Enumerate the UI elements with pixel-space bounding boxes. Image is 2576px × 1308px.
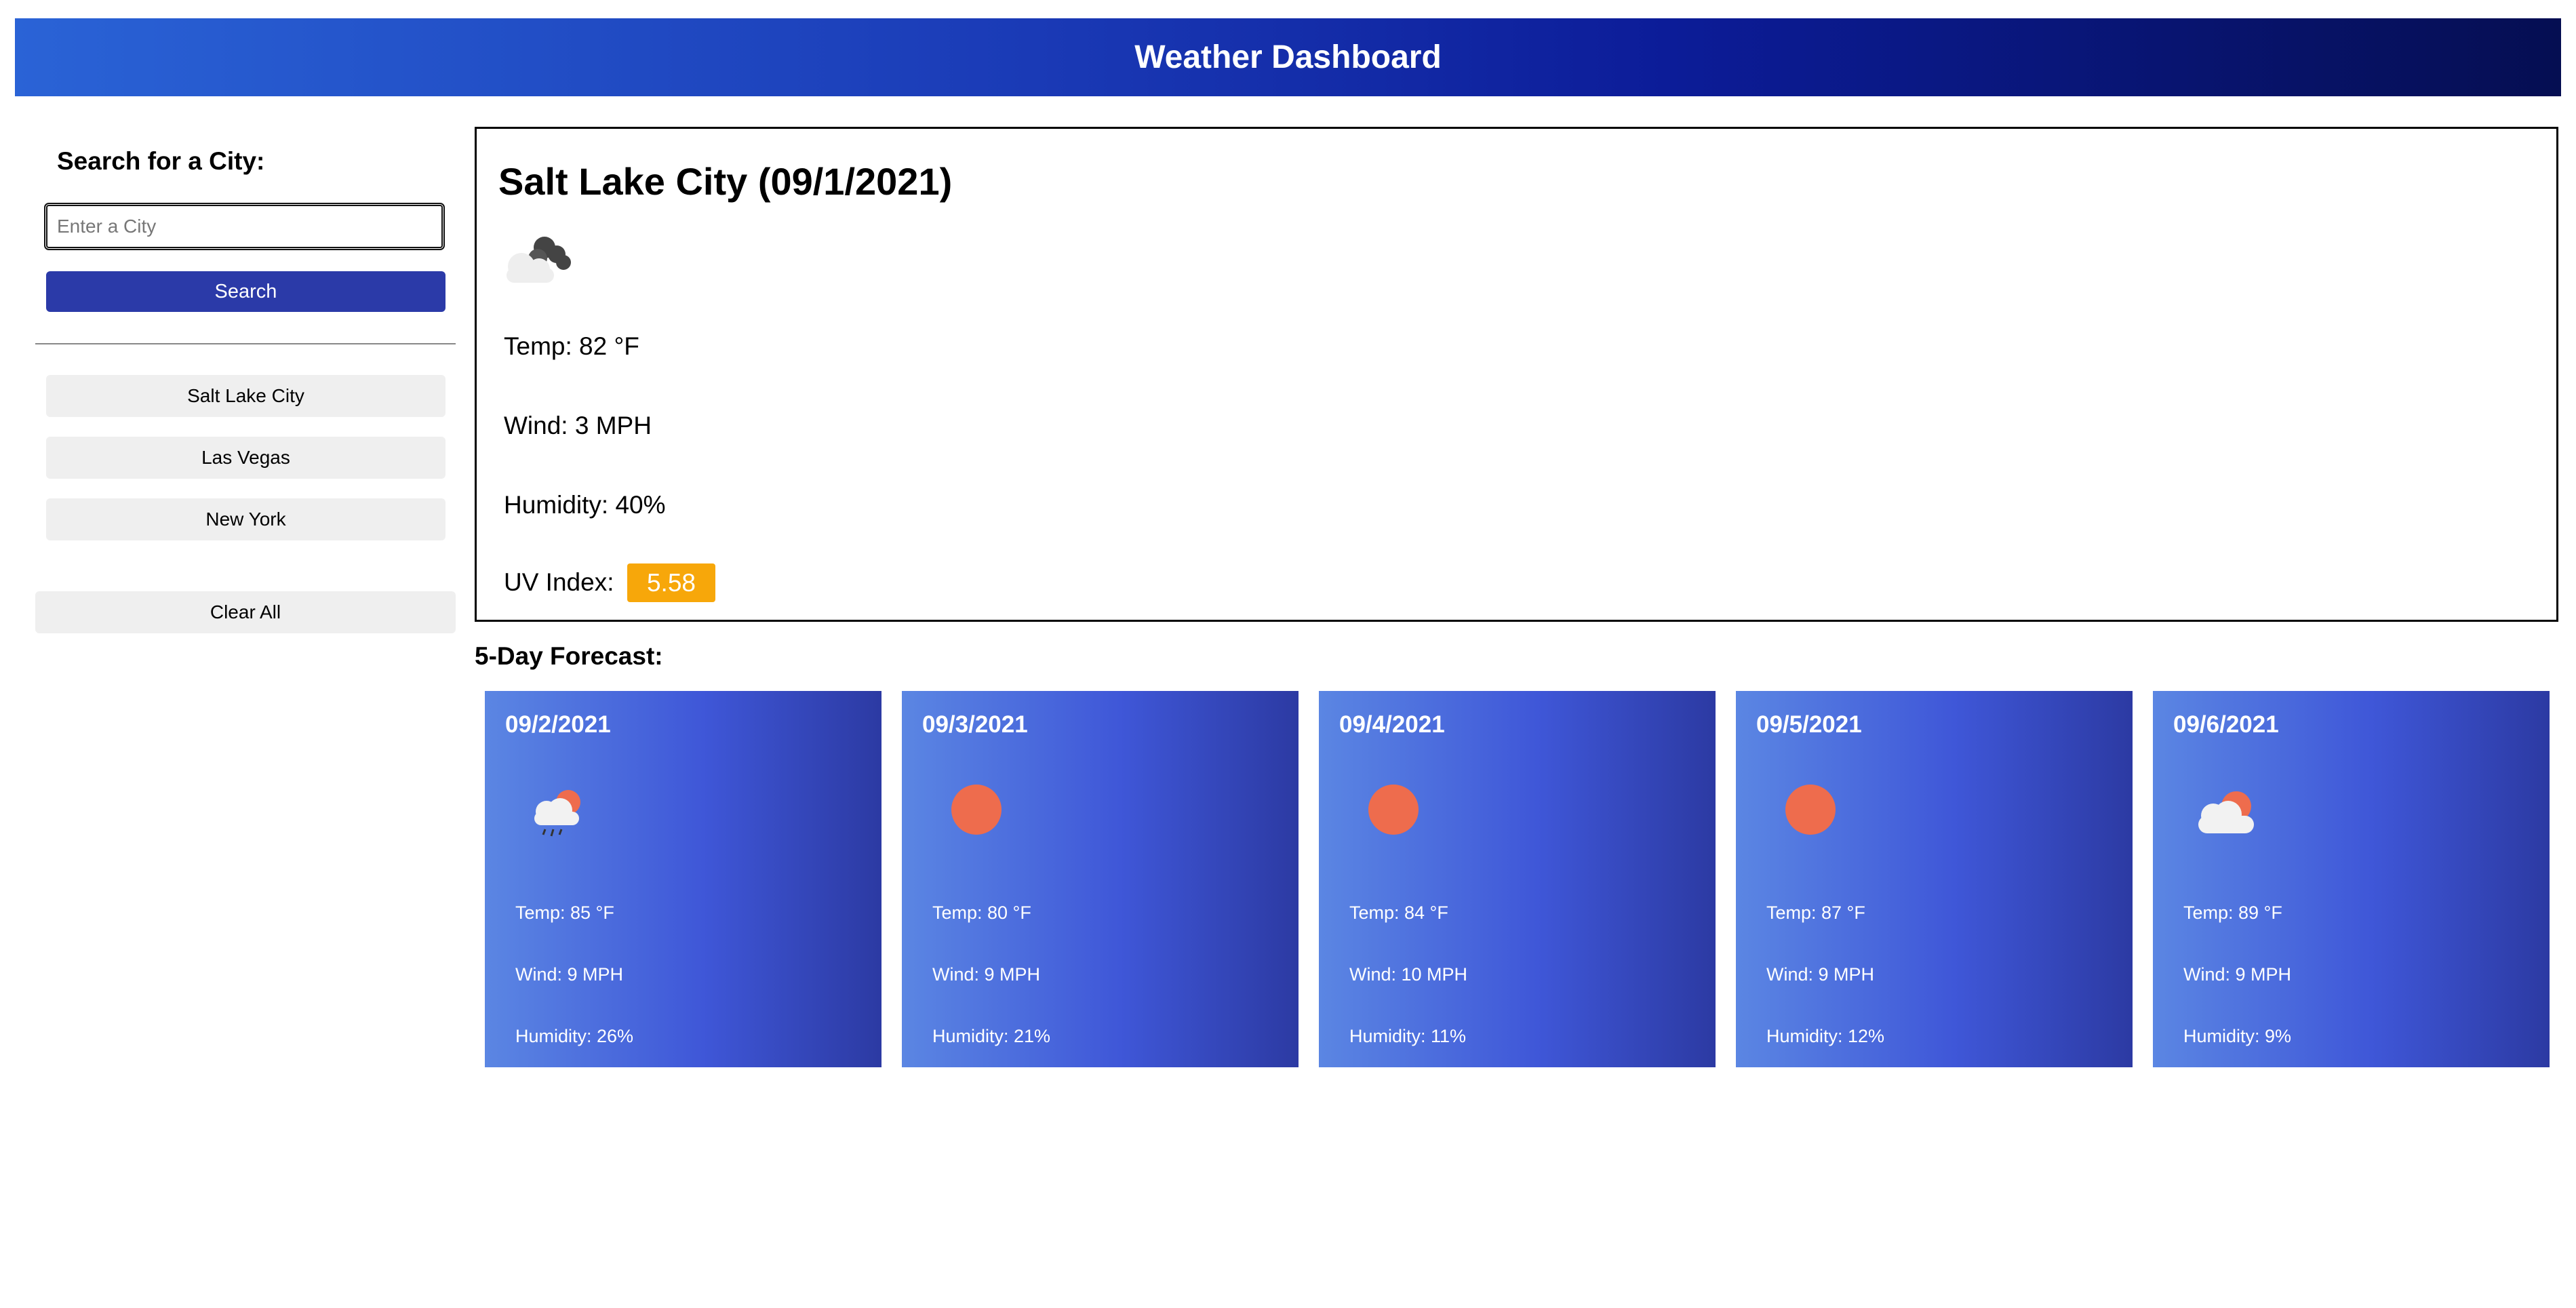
- history-button-las-vegas[interactable]: Las Vegas: [46, 437, 445, 479]
- current-temp: Temp: 82 °F: [504, 332, 639, 360]
- forecast-humidity: Humidity: 12%: [1766, 1026, 1885, 1046]
- forecast-date: 09/2/2021: [505, 711, 611, 738]
- rain-cloud-sun-icon: [534, 790, 580, 837]
- forecast-wind: Wind: 9 MPH: [515, 964, 624, 985]
- forecast-date: 09/5/2021: [1756, 711, 1862, 738]
- forecast-wind: Wind: 9 MPH: [2183, 964, 2292, 985]
- forecast-date: 09/6/2021: [2173, 711, 2279, 738]
- sidebar-divider: [35, 343, 456, 344]
- forecast-row: 09/2/2021 Temp: 85 °F Wind: 9 MPH Humidi…: [485, 691, 2550, 1067]
- uv-index-label: UV Index:: [504, 568, 614, 596]
- forecast-card: 09/2/2021 Temp: 85 °F Wind: 9 MPH Humidi…: [485, 691, 881, 1067]
- search-button[interactable]: Search: [46, 271, 445, 312]
- forecast-card: 09/6/2021 Temp: 89 °F Wind: 9 MPH Humidi…: [2153, 691, 2550, 1067]
- forecast-humidity: Humidity: 26%: [515, 1026, 634, 1046]
- sun-icon: [1785, 785, 1836, 835]
- forecast-humidity: Humidity: 21%: [932, 1026, 1051, 1046]
- forecast-temp: Temp: 80 °F: [932, 903, 1031, 923]
- forecast-humidity: Humidity: 9%: [2183, 1026, 2292, 1046]
- forecast-temp: Temp: 84 °F: [1349, 903, 1448, 923]
- forecast-temp: Temp: 89 °F: [2183, 903, 2282, 923]
- current-wind: Wind: 3 MPH: [504, 412, 652, 439]
- current-humidity: Humidity: 40%: [504, 491, 666, 519]
- forecast-date: 09/4/2021: [1339, 711, 1445, 738]
- forecast-temp: Temp: 85 °F: [515, 903, 614, 923]
- forecast-wind: Wind: 9 MPH: [1766, 964, 1875, 985]
- search-heading: Search for a City:: [57, 147, 265, 175]
- forecast-wind: Wind: 9 MPH: [932, 964, 1041, 985]
- forecast-card: 09/3/2021 Temp: 80 °F Wind: 9 MPH Humidi…: [902, 691, 1299, 1067]
- forecast-date: 09/3/2021: [922, 711, 1028, 738]
- header-bar: Weather Dashboard: [15, 18, 2561, 96]
- page-title: Weather Dashboard: [1134, 39, 1442, 75]
- uv-index-badge: 5.58: [627, 563, 715, 602]
- history-button-new-york[interactable]: New York: [46, 498, 445, 540]
- forecast-heading: 5-Day Forecast:: [475, 642, 663, 670]
- history-button-salt-lake-city[interactable]: Salt Lake City: [46, 375, 445, 417]
- current-weather-panel: Salt Lake City (09/1/2021) Temp: 82 °F W…: [475, 127, 2558, 622]
- sun-icon: [951, 785, 1002, 835]
- current-city-title: Salt Lake City (09/1/2021): [498, 160, 953, 203]
- forecast-temp: Temp: 87 °F: [1766, 903, 1865, 923]
- broken-clouds-icon: [507, 237, 571, 283]
- clear-all-button[interactable]: Clear All: [35, 591, 456, 633]
- forecast-card: 09/4/2021 Temp: 84 °F Wind: 10 MPH Humid…: [1319, 691, 1716, 1067]
- forecast-wind: Wind: 10 MPH: [1349, 964, 1468, 985]
- city-search-input[interactable]: [44, 203, 445, 250]
- sun-icon: [1368, 785, 1419, 835]
- forecast-card: 09/5/2021 Temp: 87 °F Wind: 9 MPH Humidi…: [1736, 691, 2133, 1067]
- cloud-sun-icon: [2198, 791, 2254, 833]
- forecast-humidity: Humidity: 11%: [1349, 1026, 1467, 1046]
